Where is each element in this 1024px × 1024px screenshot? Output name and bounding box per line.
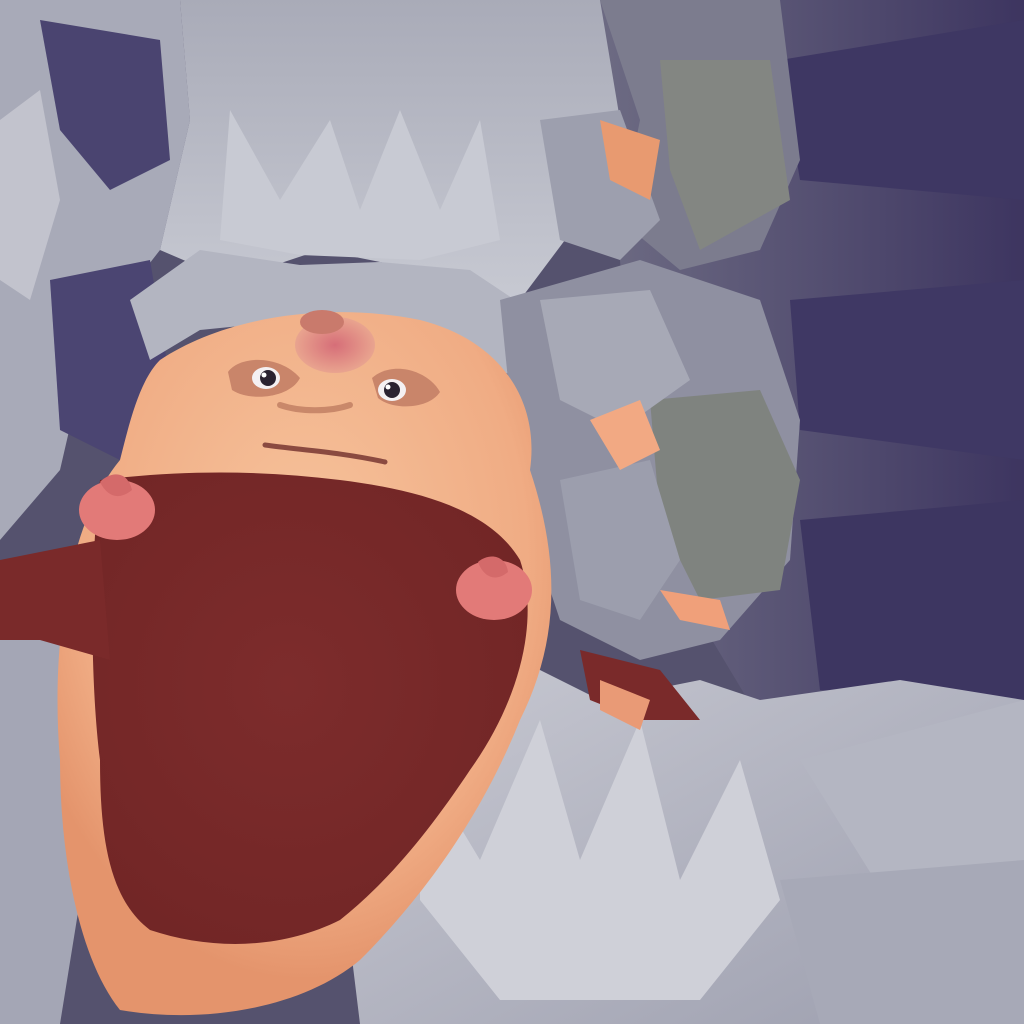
fur-cluster [780, 860, 1024, 1024]
nose [300, 310, 344, 334]
scene-illustration [0, 0, 1024, 1024]
scene-background-stripe [800, 500, 1024, 700]
eye [252, 367, 280, 389]
scene-stage [0, 0, 1024, 1024]
scene-background-stripe [790, 280, 1024, 460]
eye [378, 379, 406, 401]
